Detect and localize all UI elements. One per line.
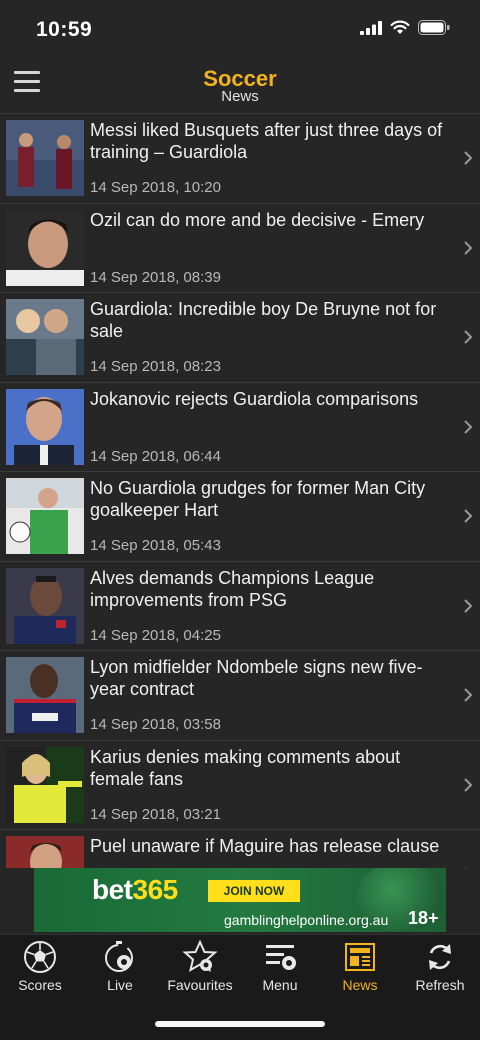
news-thumbnail [6, 657, 84, 733]
tab-label: Menu [262, 977, 298, 993]
news-headline: Jokanovic rejects Guardiola comparisons [90, 388, 419, 409]
ad-banner[interactable]: bet365 JOIN NOW gamblinghelponline.org.a… [34, 868, 446, 932]
news-thumbnail [6, 746, 84, 823]
news-headline: Guardiola: Incredible boy De Bruyne not … [90, 299, 437, 341]
news-item[interactable]: Alves demands Champions League improveme… [0, 562, 480, 651]
news-item[interactable]: Ozil can do more and be decisive - Emery… [0, 204, 480, 293]
battery-icon [418, 20, 450, 35]
chevron-right-icon [464, 598, 473, 613]
news-headline: Puel unaware if Maguire has release clau… [90, 836, 440, 856]
ad-join-button[interactable]: JOIN NOW [208, 880, 300, 902]
news-thumbnail [6, 478, 84, 554]
news-headline: Ozil can do more and be decisive - Emery [90, 209, 425, 230]
news-date: 14 Sep 2018, 08:23 [90, 358, 221, 375]
tab-menu[interactable]: Menu [240, 937, 320, 995]
nav-bar: Soccer News [0, 56, 480, 114]
chevron-right-icon [464, 151, 473, 165]
tab-label: Scores [18, 977, 62, 993]
chevron-right-icon [464, 330, 473, 344]
news-date: 14 Sep 2018, 10:20 [90, 179, 221, 196]
tab-favourites[interactable]: Favourites [160, 937, 240, 995]
news-item[interactable]: Jokanovic rejects Guardiola comparisons … [0, 383, 480, 472]
chevron-right-icon [465, 867, 467, 868]
chevron-right-icon [464, 777, 473, 792]
news-date: 14 Sep 2018, 06:44 [90, 447, 221, 465]
status-icons [360, 20, 450, 35]
tab-news[interactable]: News [320, 937, 400, 995]
news-thumbnail [6, 299, 84, 375]
news-thumbnail [6, 120, 84, 196]
signal-icon [360, 20, 382, 35]
news-date: 14 Sep 2018, 03:21 [90, 805, 221, 823]
news-date: 14 Sep 2018, 03:58 [90, 716, 221, 733]
ad-age-restriction: 18+ [408, 908, 439, 928]
chevron-right-icon [464, 688, 473, 702]
news-headline: Alves demands Champions League improveme… [90, 567, 375, 610]
news-thumbnail [6, 567, 84, 644]
news-thumbnail [6, 209, 84, 286]
status-time: 10:59 [36, 18, 93, 41]
news-list[interactable]: Messi liked Busquets after just three da… [0, 114, 480, 868]
news-thumbnail [6, 836, 84, 868]
status-bar: 10:59 [0, 0, 480, 56]
page-subtitle: News [221, 88, 259, 105]
menu-ball-icon [266, 945, 296, 970]
news-headline: No Guardiola grudges for former Man City… [90, 478, 426, 520]
soccer-ball-icon [24, 941, 56, 973]
news-item[interactable]: Puel unaware if Maguire has release clau… [0, 830, 480, 868]
news-headline: Lyon midfielder Ndombele signs new five-… [90, 657, 423, 699]
live-stopwatch-icon [105, 941, 133, 972]
tab-label: Refresh [415, 977, 465, 993]
news-item[interactable]: Messi liked Busquets after just three da… [0, 114, 480, 204]
star-ball-icon [182, 939, 218, 973]
refresh-icon [429, 944, 451, 970]
news-date: 14 Sep 2018, 08:39 [90, 268, 221, 286]
tab-live[interactable]: Live [80, 937, 160, 995]
ad-disclaimer: gamblinghelponline.org.au [224, 912, 389, 928]
newspaper-icon [345, 943, 375, 971]
ad-brand-logo: bet365 [92, 874, 178, 905]
news-thumbnail [6, 388, 84, 465]
tab-refresh[interactable]: Refresh [400, 937, 480, 995]
tab-scores[interactable]: Scores [0, 937, 80, 995]
news-headline: Messi liked Busquets after just three da… [90, 120, 443, 162]
news-date: 14 Sep 2018, 05:43 [90, 537, 221, 554]
news-item[interactable]: Karius denies making comments about fema… [0, 741, 480, 830]
chevron-right-icon [464, 509, 473, 523]
news-item[interactable]: Lyon midfielder Ndombele signs new five-… [0, 651, 480, 741]
news-item[interactable]: No Guardiola grudges for former Man City… [0, 472, 480, 562]
chevron-right-icon [464, 419, 473, 434]
tab-label: Favourites [167, 977, 233, 993]
news-item[interactable]: Guardiola: Incredible boy De Bruyne not … [0, 293, 480, 383]
chevron-right-icon [464, 240, 473, 255]
home-indicator [155, 1021, 325, 1027]
tab-label: News [342, 977, 378, 993]
news-headline: Karius denies making comments about fema… [90, 746, 401, 789]
wifi-icon [390, 20, 410, 34]
tab-label: Live [107, 977, 133, 993]
news-date: 14 Sep 2018, 04:25 [90, 626, 221, 644]
